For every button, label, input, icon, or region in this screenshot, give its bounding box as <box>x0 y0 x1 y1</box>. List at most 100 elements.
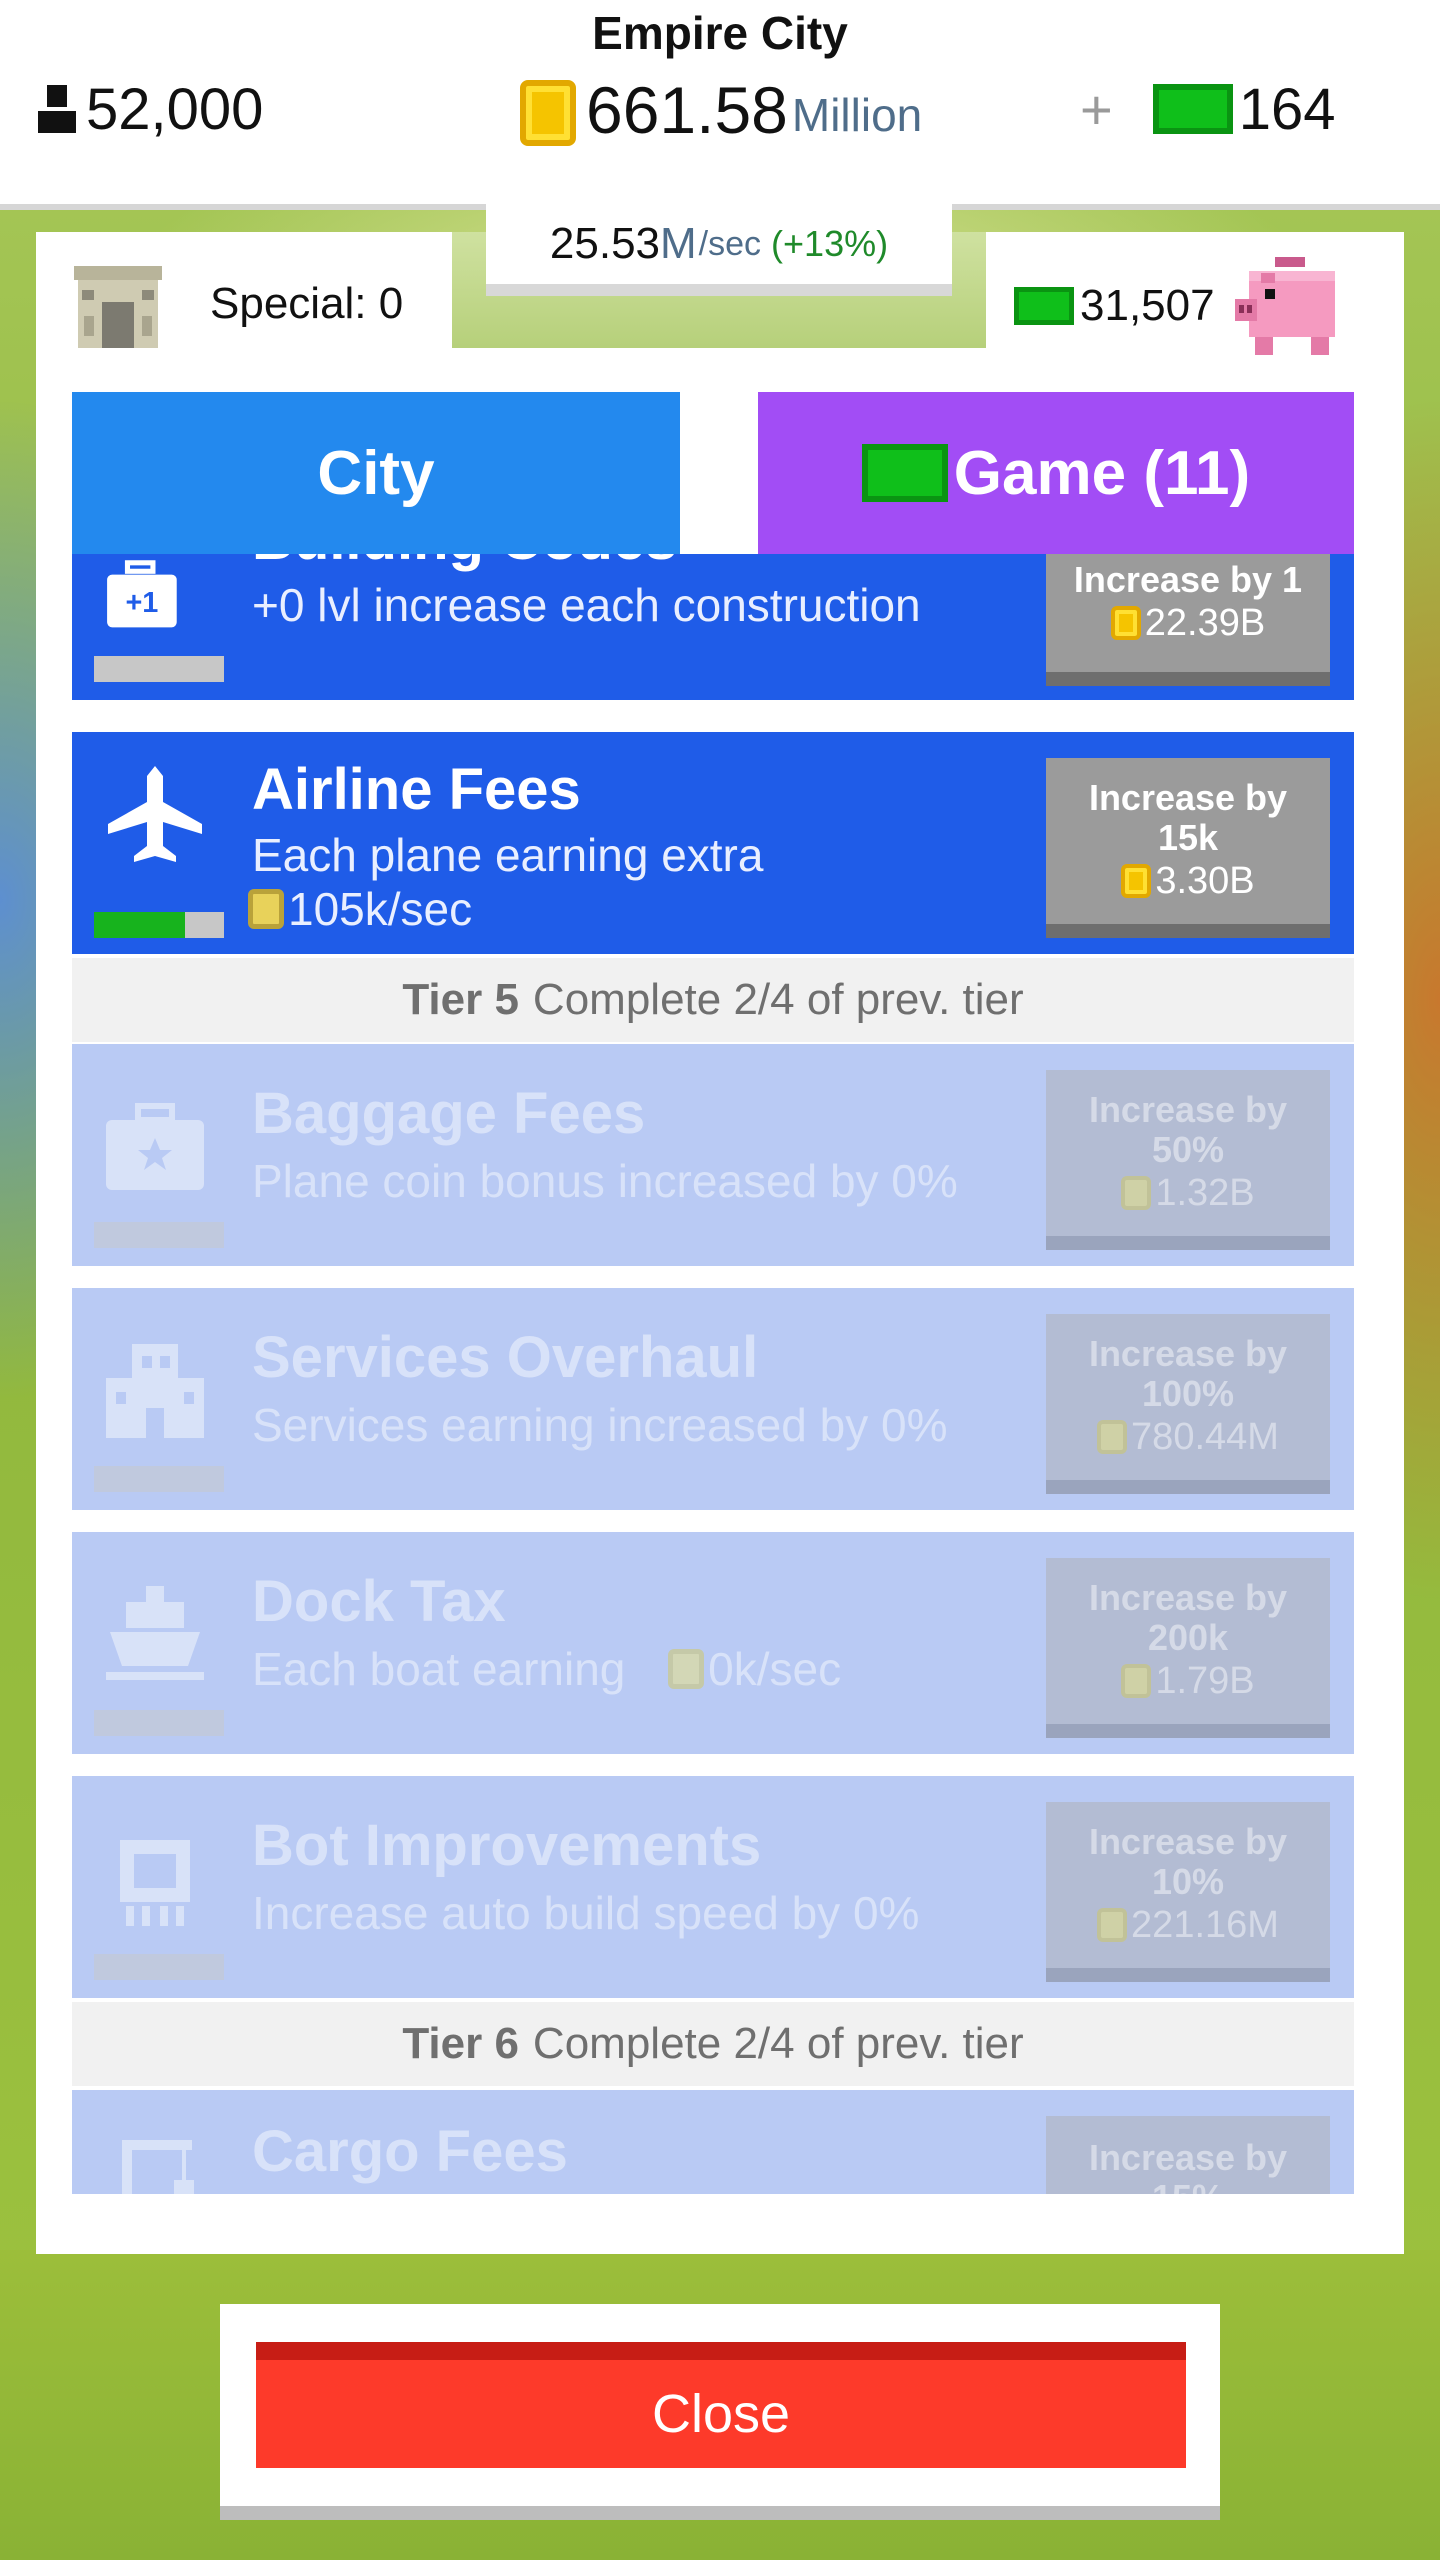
population-display: 52,000 <box>36 74 263 144</box>
upgrade-cost: 1.79B <box>1121 1658 1255 1704</box>
upgrade-title: Services Overhaul <box>252 1325 759 1390</box>
close-button[interactable]: Close <box>256 2342 1186 2468</box>
upgrade-cost: 780.44M <box>1097 1414 1279 1460</box>
coins-unit: Million <box>791 89 923 141</box>
upgrade-list[interactable]: +1 Building Codes +0 lvl increase each c… <box>72 554 1354 2194</box>
upgrade-item-dock-tax: Dock Tax Each boat earning 0k/sec Increa… <box>72 1532 1354 1754</box>
upgrade-buy-label: Increase by 1 <box>1073 559 1303 600</box>
coin-icon <box>1121 1664 1152 1698</box>
medkit-icon: +1 <box>107 560 177 628</box>
upgrade-item-baggage-fees: Baggage Fees Plane coin bonus increased … <box>72 1044 1354 1266</box>
cash-icon <box>1152 84 1233 134</box>
upgrade-description: Services earning increased by 0% <box>252 1399 948 1451</box>
upgrade-buy-button[interactable]: Increase by 15k 3.30B <box>1046 758 1330 938</box>
tab-city[interactable]: City <box>72 392 680 554</box>
chip-icon <box>120 1840 190 1926</box>
upgrade-description: Plane coin bonus increased by 0% <box>252 1155 958 1207</box>
upgrade-progress <box>94 656 224 682</box>
city-name: Empire City <box>592 7 848 59</box>
upgrade-buy-button[interactable]: Increase by 10% 221.16M <box>1046 1802 1330 1982</box>
upgrade-cost-value: 1.32B <box>1155 1172 1255 1214</box>
upgrade-buy-button[interactable]: Increase by 200k 1.79B <box>1046 1558 1330 1738</box>
coin-icon <box>1121 1176 1152 1210</box>
piggy-bank[interactable]: 31,507 <box>1014 256 1349 356</box>
suitcase-icon <box>106 1103 204 1190</box>
population-value: 52,000 <box>86 76 264 142</box>
piggy-bank-icon[interactable] <box>1234 251 1349 361</box>
special-count: Special: 0 <box>210 279 404 328</box>
coins-display: 661.58 Million <box>520 70 922 150</box>
close-container: Close <box>220 2304 1220 2520</box>
upgrade-progress <box>94 912 224 938</box>
upgrade-item-cargo-fees: Cargo Fees Increase by 15% <box>72 2090 1354 2194</box>
upgrade-buy-button[interactable]: Increase by 100% 780.44M <box>1046 1314 1330 1494</box>
coin-icon <box>520 80 576 146</box>
airplane-icon <box>108 766 202 862</box>
upgrade-cost: 22.39B <box>1110 600 1266 646</box>
upgrade-title: Baggage Fees <box>252 1081 646 1146</box>
upgrade-description-text: Each boat earning <box>252 1643 626 1695</box>
upgrade-buy-label: Increase by 15% <box>1088 2137 1288 2195</box>
upgrade-description: +0 lvl increase each construction <box>252 579 921 631</box>
top-status-bar: Empire City 52,000 661.58 Million + 164 <box>0 0 1440 210</box>
upgrade-earning-value: 0k/sec <box>708 1643 842 1695</box>
crane-icon <box>122 2140 194 2194</box>
cash-icon <box>1014 287 1074 325</box>
upgrade-buy-label: Increase by 10% <box>1088 1821 1288 1902</box>
upgrade-buy-button[interactable]: Increase by 15% <box>1046 2116 1330 2194</box>
person-icon <box>38 85 76 133</box>
upgrade-title: Airline Fees <box>252 757 581 822</box>
upgrade-progress <box>94 1222 224 1248</box>
upgrade-buy-label: Increase by 200k <box>1088 1577 1288 1658</box>
upgrade-progress <box>94 1954 224 1980</box>
rate-value: 25.53 <box>549 219 661 268</box>
upgrade-cost: 3.30B <box>1121 858 1255 904</box>
upgrade-buy-button[interactable]: Increase by 1 22.39B <box>1046 554 1330 686</box>
bank-value: 31,507 <box>1080 281 1215 330</box>
tier-requirement: Complete 2/4 of prev. tier <box>532 2019 1024 2068</box>
upgrade-buy-label: Increase by 50% <box>1088 1089 1288 1170</box>
upgrade-buy-label: Increase by 15k <box>1088 777 1288 858</box>
tier-name: Tier 6 <box>402 2019 519 2068</box>
upgrade-title: Bot Improvements <box>252 1813 762 1878</box>
upgrade-progress-fill <box>94 912 185 938</box>
coin-icon <box>248 889 284 929</box>
svg-text:+1: +1 <box>125 587 158 619</box>
upgrade-buy-label: Increase by 100% <box>1088 1333 1288 1414</box>
coins-value: 661.58 <box>586 73 788 147</box>
coin-icon <box>1121 864 1152 898</box>
upgrade-cost: 221.16M <box>1097 1902 1279 1948</box>
upgrade-description: Increase auto build speed by 0% <box>252 1887 920 1939</box>
upgrade-description: Each boat earning 0k/sec <box>252 1642 841 1696</box>
arch-icon <box>74 266 162 348</box>
upgrade-cost-value: 780.44M <box>1131 1416 1279 1458</box>
cash-icon <box>861 444 948 502</box>
upgrade-progress <box>94 1710 224 1736</box>
upgrade-item-airline-fees: Airline Fees Each plane earning extra 10… <box>72 732 1354 954</box>
tier-requirement: Complete 2/4 of prev. tier <box>532 975 1024 1024</box>
upgrade-earning: 105k/sec <box>248 882 472 936</box>
rate-unit: M <box>660 219 697 268</box>
upgrade-cost-value: 221.16M <box>1131 1904 1279 1946</box>
upgrade-cost-value: 1.79B <box>1155 1660 1255 1702</box>
upgrade-earning-value: 105k/sec <box>288 883 473 935</box>
upgrade-title: Building Codes <box>252 554 677 573</box>
tab-game-label: Game (11) <box>953 438 1251 508</box>
coin-icon <box>1097 1420 1128 1454</box>
upgrade-item-building-codes: +1 Building Codes +0 lvl increase each c… <box>72 554 1354 700</box>
upgrade-buy-button[interactable]: Increase by 50% 1.32B <box>1046 1070 1330 1250</box>
coin-icon <box>1110 606 1141 640</box>
tier-header: Tier 6 Complete 2/4 of prev. tier <box>72 2002 1354 2086</box>
gems-display[interactable]: + 164 <box>1080 74 1335 144</box>
upgrade-progress <box>94 1466 224 1492</box>
upgrade-cost-value: 22.39B <box>1144 602 1266 644</box>
rate-bonus: (+13%) <box>771 223 889 264</box>
tier-name: Tier 5 <box>402 975 519 1024</box>
gems-value: 164 <box>1238 76 1336 142</box>
upgrade-title: Cargo Fees <box>252 2119 568 2184</box>
coin-icon <box>1097 1908 1128 1942</box>
tab-game[interactable]: Game (11) <box>758 392 1354 554</box>
ship-icon <box>106 1586 204 1680</box>
special-buildings[interactable]: Special: 0 <box>70 252 403 356</box>
add-gems-button[interactable]: + <box>1080 77 1113 142</box>
